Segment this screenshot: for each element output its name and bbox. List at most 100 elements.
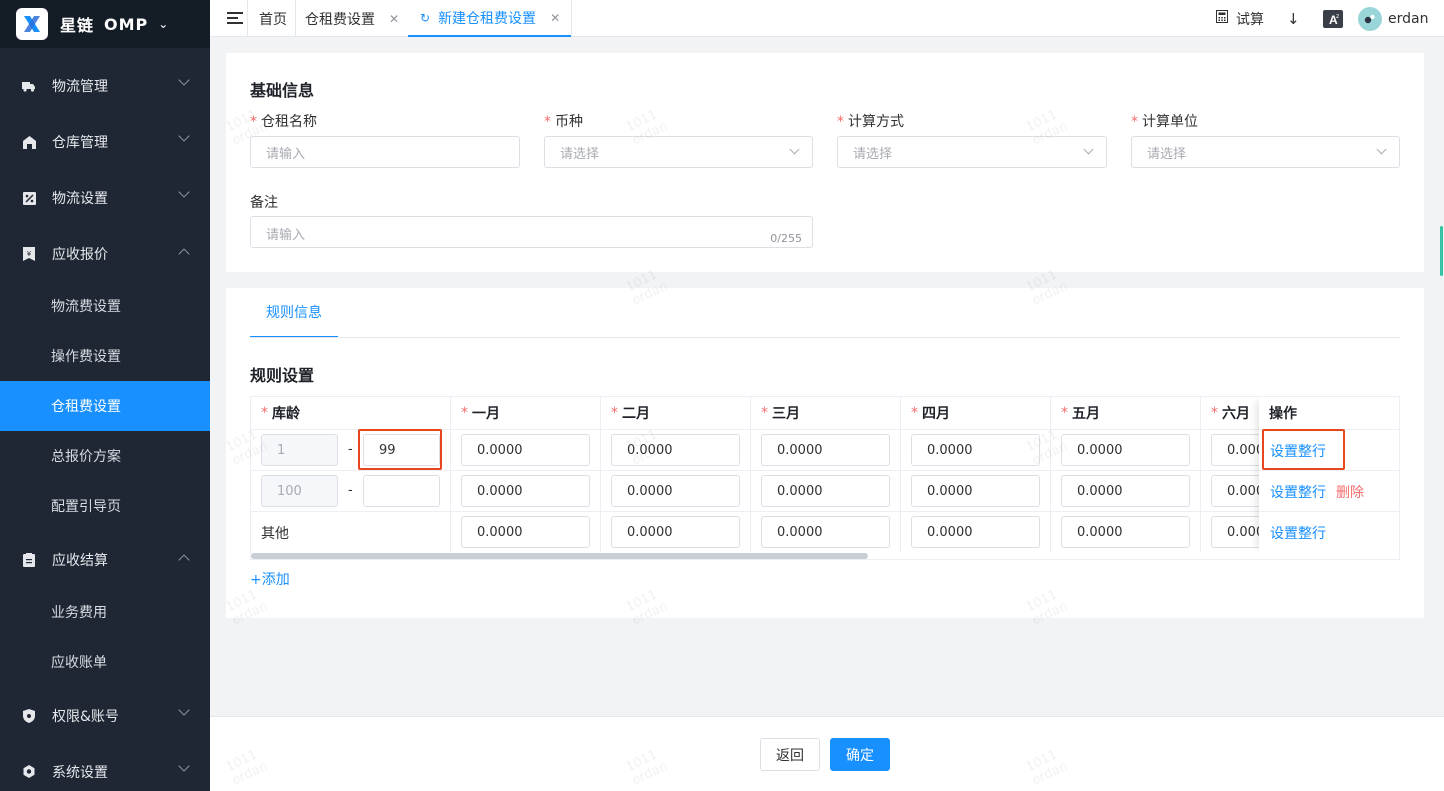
top-bar: 首页 仓租费设置 ✕ ↻ 新建仓租费设置 ✕ 试算 ↓ Az erdan bbox=[210, 0, 1444, 37]
confirm-button[interactable]: 确定 bbox=[830, 738, 890, 771]
may-rate-input[interactable]: 0.0000 bbox=[1061, 475, 1190, 507]
field-label-currency: * 币种 bbox=[544, 114, 583, 130]
settings-box-icon bbox=[22, 191, 36, 205]
user-menu[interactable]: erdan bbox=[1358, 0, 1428, 37]
sidebar-item-logistics-fee[interactable]: 物流费设置 bbox=[0, 281, 210, 331]
clipboard-icon bbox=[22, 553, 36, 567]
shield-icon bbox=[22, 709, 36, 723]
age-to-input[interactable]: 99 bbox=[363, 434, 440, 466]
may-rate-input[interactable]: 0.0000 bbox=[1061, 434, 1190, 466]
download-icon[interactable]: ↓ bbox=[1287, 0, 1300, 37]
menu-group-label: 系统设置 bbox=[52, 765, 108, 781]
menu-group-system-settings[interactable]: 系统设置 bbox=[0, 744, 210, 791]
apr-rate-input[interactable]: 0.0000 bbox=[911, 475, 1040, 507]
menu-group-label: 应收报价 bbox=[52, 247, 108, 263]
delete-row-button[interactable]: 删除 bbox=[1336, 482, 1364, 502]
tab-home[interactable]: 首页 bbox=[259, 0, 287, 37]
menu-group-receivable-settlement[interactable]: 应收结算 bbox=[0, 532, 210, 588]
mar-rate-input[interactable]: 0.0000 bbox=[761, 475, 890, 507]
mar-rate-input[interactable]: 0.0000 bbox=[761, 434, 890, 466]
menu-group-logistics-settings[interactable]: 物流设置 bbox=[0, 170, 210, 226]
chevron-down-icon bbox=[178, 74, 190, 86]
menu-group-permissions[interactable]: 权限&账号 bbox=[0, 688, 210, 744]
menu-group-label: 应收结算 bbox=[52, 553, 108, 569]
tab-new-storage-fee[interactable]: ↻ 新建仓租费设置 ✕ bbox=[408, 0, 573, 37]
footer-bar: 返回 确定 bbox=[210, 716, 1444, 791]
operation-column: 操作 设置整行 设置整行 删除 设置整行 bbox=[1259, 397, 1399, 553]
chevron-down-icon bbox=[1376, 144, 1387, 155]
chevron-down-icon bbox=[178, 186, 190, 198]
truck-icon bbox=[22, 79, 36, 93]
trial-calc-button[interactable]: 试算 bbox=[1216, 0, 1264, 37]
rules-card: 规则信息 规则设置 * 库龄 * 一月 * 二月 * 三月 * 四月 * 五月 * 六月 1 … bbox=[226, 288, 1424, 618]
username: erdan bbox=[1388, 10, 1429, 27]
gear-icon bbox=[22, 765, 36, 779]
may-rate-input[interactable]: 0.0000 bbox=[1061, 516, 1190, 548]
chevron-down-icon bbox=[178, 130, 190, 142]
basic-info-title: 基础信息 bbox=[250, 81, 315, 100]
refresh-icon[interactable]: ↻ bbox=[420, 11, 430, 25]
feb-rate-input[interactable]: 0.0000 bbox=[611, 475, 740, 507]
set-row-button[interactable]: 设置整行 bbox=[1270, 523, 1326, 543]
page-scroll-indicator[interactable] bbox=[1440, 226, 1443, 276]
menu-group-label: 权限&账号 bbox=[52, 709, 119, 725]
char-counter: 0/255 bbox=[770, 232, 802, 245]
sidebar-item-total-quote-plan[interactable]: 总报价方案 bbox=[0, 431, 210, 481]
table-scrollbar[interactable] bbox=[251, 552, 1399, 559]
brand-product: OMP bbox=[104, 14, 149, 34]
age-to-input[interactable] bbox=[363, 475, 440, 507]
sidebar-item-config-guide[interactable]: 配置引导页 bbox=[0, 481, 210, 531]
calc-method-select[interactable]: 请选择 bbox=[837, 136, 1107, 168]
chevron-down-icon bbox=[1083, 144, 1094, 155]
rule-settings-title: 规则设置 bbox=[250, 366, 315, 385]
brand-header[interactable]: 星链 OMP ⌄ bbox=[0, 0, 210, 48]
jan-rate-input[interactable]: 0.0000 bbox=[461, 516, 590, 548]
col-header-apr: * 四月 bbox=[901, 397, 1051, 430]
other-label: 其他 bbox=[261, 526, 289, 542]
scrollbar-thumb[interactable] bbox=[251, 553, 868, 559]
menu-toggle-icon[interactable] bbox=[227, 12, 243, 26]
tab-storage-fee[interactable]: 仓租费设置 ✕ bbox=[305, 0, 399, 37]
add-row-link[interactable]: +添加 bbox=[250, 569, 290, 589]
remark-textarea[interactable]: 请输入 0/255 bbox=[250, 216, 813, 248]
translate-icon[interactable]: Az bbox=[1323, 0, 1343, 37]
close-icon[interactable]: ✕ bbox=[550, 11, 560, 25]
menu-group-receivable-quote[interactable]: ¥ 应收报价 bbox=[0, 226, 210, 282]
menu-group-label: 物流管理 bbox=[52, 79, 108, 95]
tab-label: 仓租费设置 bbox=[305, 11, 375, 28]
calc-unit-select[interactable]: 请选择 bbox=[1131, 136, 1400, 168]
jan-rate-input[interactable]: 0.0000 bbox=[461, 434, 590, 466]
menu-group-logistics[interactable]: 物流管理 bbox=[0, 58, 210, 114]
basic-info-card: 基础信息 * 仓租名称 请输入 * 币种 请选择 * 计算方式 请选择 * 计算单位 请… bbox=[226, 53, 1424, 272]
apr-rate-input[interactable]: 0.0000 bbox=[911, 434, 1040, 466]
col-header-may: * 五月 bbox=[1051, 397, 1201, 430]
sidebar-item-business-fees[interactable]: 业务费用 bbox=[0, 587, 210, 637]
col-header-feb: * 二月 bbox=[601, 397, 751, 430]
menu-group-warehouse[interactable]: 仓库管理 bbox=[0, 114, 210, 170]
jan-rate-input[interactable]: 0.0000 bbox=[461, 475, 590, 507]
set-row-button[interactable]: 设置整行 bbox=[1270, 441, 1326, 461]
sidebar-item-receivable-bill[interactable]: 应收账单 bbox=[0, 637, 210, 687]
tab-label: 首页 bbox=[259, 11, 287, 28]
feb-rate-input[interactable]: 0.0000 bbox=[611, 516, 740, 548]
brand-name: 星链 bbox=[60, 16, 95, 35]
tab-rule-info[interactable]: 规则信息 bbox=[250, 288, 338, 338]
mar-rate-input[interactable]: 0.0000 bbox=[761, 516, 890, 548]
calculator-icon bbox=[1216, 10, 1228, 27]
back-button[interactable]: 返回 bbox=[760, 738, 820, 771]
storage-name-input[interactable]: 请输入 bbox=[250, 136, 520, 168]
table-row-1-age: 1 - 99 bbox=[251, 430, 451, 471]
col-header-jan: * 一月 bbox=[451, 397, 601, 430]
feb-rate-input[interactable]: 0.0000 bbox=[611, 434, 740, 466]
svg-text:¥: ¥ bbox=[27, 250, 32, 258]
table-row-3-age: 其他 bbox=[251, 512, 451, 553]
age-from-input: 1 bbox=[261, 434, 338, 466]
col-header-mar: * 三月 bbox=[751, 397, 901, 430]
sidebar-item-storage-fee[interactable]: 仓租费设置 bbox=[0, 381, 210, 431]
sidebar: 星链 OMP ⌄ 物流管理 仓库管理 物流设置 ¥ 应收报价 物流费设置 操作费… bbox=[0, 0, 210, 791]
set-row-button[interactable]: 设置整行 bbox=[1270, 482, 1326, 502]
close-icon[interactable]: ✕ bbox=[389, 12, 399, 26]
sidebar-item-operation-fee[interactable]: 操作费设置 bbox=[0, 331, 210, 381]
currency-select[interactable]: 请选择 bbox=[544, 136, 813, 168]
apr-rate-input[interactable]: 0.0000 bbox=[911, 516, 1040, 548]
